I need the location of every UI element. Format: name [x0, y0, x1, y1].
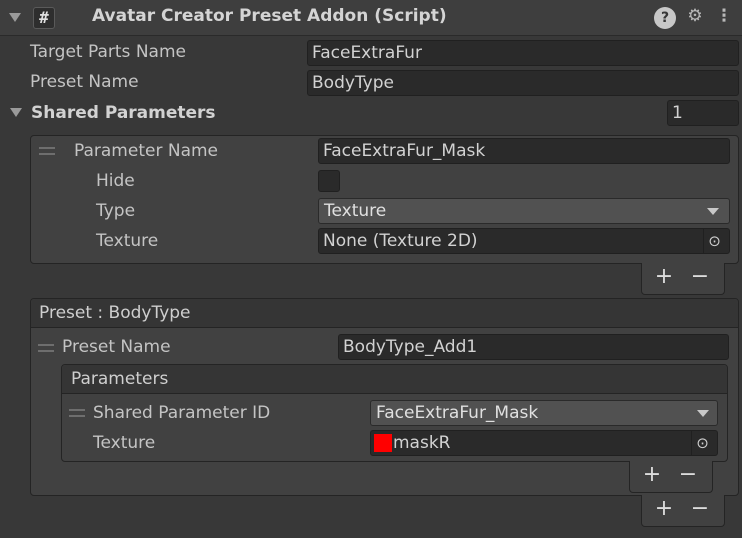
parameters-header-label: Parameters [71, 369, 169, 389]
target-parts-name-field[interactable]: FaceExtraFur [307, 40, 739, 66]
target-parts-name-label: Target Parts Name [30, 42, 186, 62]
shared-parameters-list-controls: + − [641, 263, 725, 295]
shared-parameter-id-value: FaceExtraFur_Mask [376, 403, 539, 423]
component-title[interactable]: Avatar Creator Preset Addon (Script) [92, 6, 447, 26]
shared-parameter-id-label: Shared Parameter ID [93, 403, 271, 423]
type-dropdown[interactable]: Texture [318, 198, 730, 224]
preset-texture-label: Texture [93, 433, 156, 453]
preset-item-name-field[interactable]: BodyType_Add1 [338, 334, 729, 360]
object-picker-icon[interactable]: ⊙ [703, 229, 725, 253]
texture-thumbnail-icon [374, 434, 392, 452]
add-element-button[interactable]: + [648, 264, 680, 289]
parameters-list-controls: + − [629, 461, 713, 493]
texture-object-value: None (Texture 2D) [323, 231, 478, 251]
remove-element-button[interactable]: − [684, 264, 716, 289]
add-parameter-button[interactable]: + [636, 462, 668, 487]
hide-checkbox[interactable] [318, 170, 340, 192]
type-label: Type [96, 201, 136, 221]
hide-label: Hide [96, 171, 135, 191]
drag-handle-icon[interactable] [38, 344, 54, 352]
preset-name-label: Preset Name [30, 72, 139, 92]
chevron-down-icon [697, 410, 709, 417]
help-icon[interactable]: ? [654, 7, 676, 29]
texture-label: Texture [96, 231, 159, 251]
shared-parameters-label[interactable]: Shared Parameters [31, 103, 216, 123]
chevron-down-icon [707, 208, 719, 215]
shared-parameters-foldout-arrow-icon[interactable] [10, 108, 22, 117]
preset-name-field[interactable]: BodyType [307, 70, 739, 96]
component-menu-icon[interactable]: ⋮ [714, 6, 734, 26]
preset-header-label: Preset : BodyType [39, 303, 191, 323]
object-picker-icon[interactable]: ⊙ [691, 431, 713, 455]
remove-preset-button[interactable]: − [684, 496, 716, 521]
shared-parameter-id-dropdown[interactable]: FaceExtraFur_Mask [370, 400, 718, 426]
type-dropdown-value: Texture [324, 201, 387, 221]
component-foldout-arrow-icon[interactable] [9, 13, 21, 22]
shared-parameters-count-field[interactable]: 1 [667, 100, 739, 126]
presets-settings-icon[interactable]: ⚙ [683, 6, 707, 26]
parameter-name-label: Parameter Name [74, 141, 219, 161]
texture-object-field[interactable]: None (Texture 2D) [318, 228, 730, 254]
parameter-name-field[interactable]: FaceExtraFur_Mask [318, 138, 730, 164]
remove-parameter-button[interactable]: − [672, 462, 704, 487]
drag-handle-icon[interactable] [39, 147, 55, 155]
presets-list-controls: + − [641, 495, 725, 527]
drag-handle-icon[interactable] [69, 409, 85, 417]
preset-texture-value: maskR [393, 433, 451, 453]
preset-item-name-label: Preset Name [62, 337, 171, 357]
script-icon: # [33, 7, 55, 29]
add-preset-button[interactable]: + [648, 496, 680, 521]
